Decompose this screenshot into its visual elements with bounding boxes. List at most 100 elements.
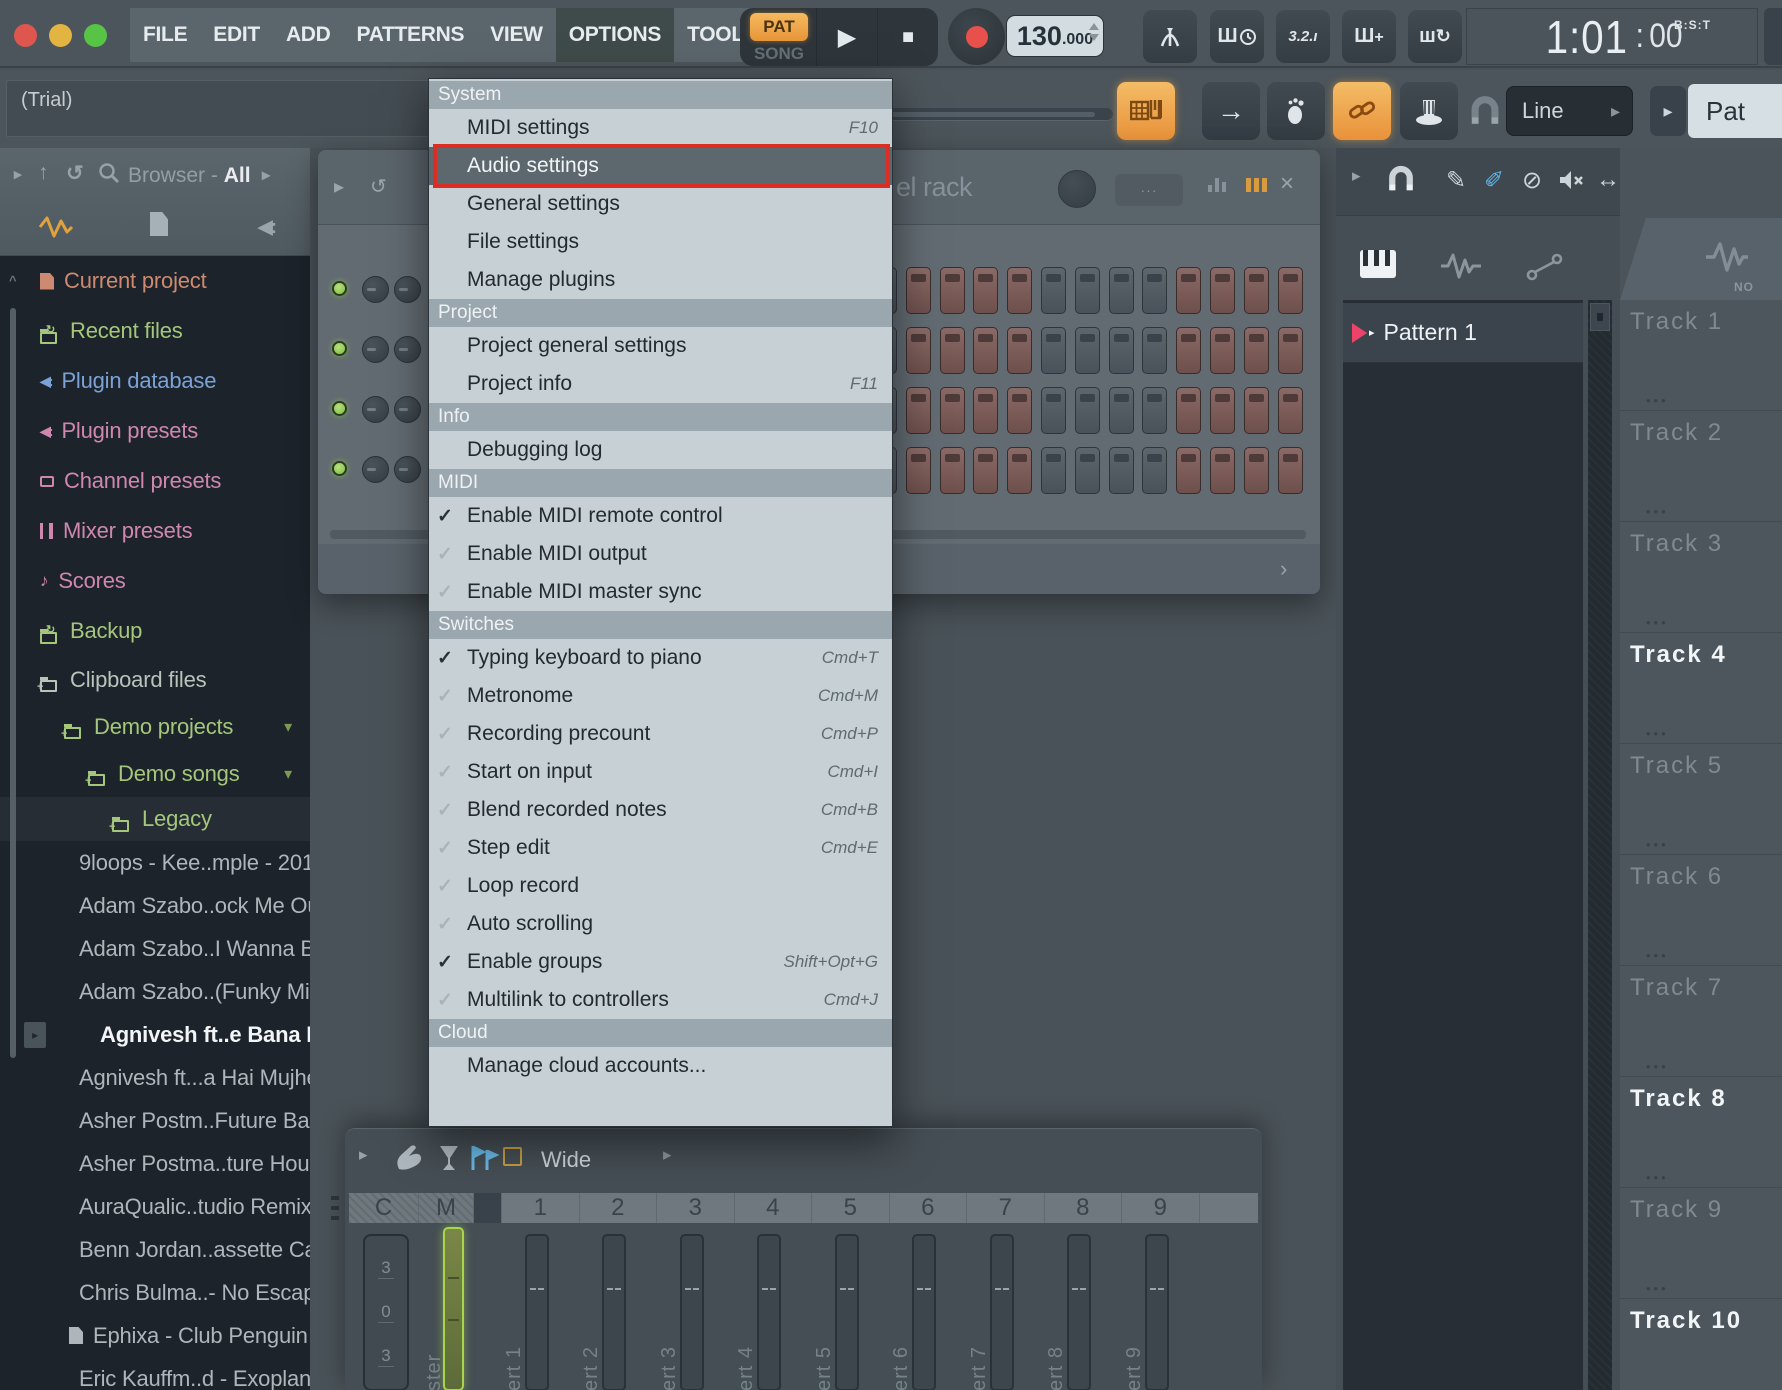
rack-preset-box[interactable]: ··· bbox=[1115, 174, 1183, 206]
menu-item[interactable]: File settings bbox=[429, 223, 892, 261]
playlist-scrollbar[interactable] bbox=[1588, 300, 1612, 1390]
menu-item[interactable]: Project general settings bbox=[429, 327, 892, 365]
pattern-nav-button[interactable]: ▸ bbox=[1650, 86, 1686, 136]
browser-item-backup[interactable]: ↻Backup bbox=[0, 606, 310, 656]
step-button[interactable] bbox=[1210, 447, 1235, 494]
step-button[interactable] bbox=[973, 387, 998, 434]
step-button[interactable] bbox=[1278, 387, 1303, 434]
step-button[interactable] bbox=[1075, 267, 1100, 314]
menubar-item-file[interactable]: FILE bbox=[130, 8, 200, 62]
step-button[interactable] bbox=[1109, 387, 1134, 434]
playlist-scroll-thumb[interactable] bbox=[1590, 303, 1610, 331]
paint-tool-icon[interactable]: ✐ bbox=[1484, 166, 1504, 195]
close-traffic-light[interactable] bbox=[14, 24, 37, 47]
browser-scrollbar[interactable]: ^ bbox=[6, 265, 20, 1390]
step-button[interactable] bbox=[1075, 447, 1100, 494]
step-button[interactable] bbox=[1007, 327, 1032, 374]
insert-fader-1[interactable] bbox=[525, 1234, 549, 1390]
mixer-header-insert-7[interactable]: 7 bbox=[967, 1193, 1045, 1223]
browser-scope-next-icon[interactable]: ▸ bbox=[262, 165, 270, 185]
browser-file-adam-szabo-[interactable]: Adam Szabo..ock Me Out bbox=[0, 884, 310, 927]
step-button[interactable] bbox=[940, 387, 965, 434]
menu-item[interactable]: ✓Enable groupsShift+Opt+G bbox=[429, 943, 892, 981]
pattern-name-field[interactable]: Pat bbox=[1688, 84, 1782, 138]
mixer-header-insert-3[interactable]: 3 bbox=[657, 1193, 735, 1223]
menubar-item-add[interactable]: ADD bbox=[273, 8, 344, 62]
menu-item[interactable]: Manage plugins bbox=[429, 261, 892, 299]
step-button[interactable] bbox=[1142, 267, 1167, 314]
loop-record-button[interactable]: ш↻ bbox=[1408, 10, 1462, 63]
step-button[interactable] bbox=[1041, 327, 1066, 374]
step-button[interactable] bbox=[1210, 327, 1235, 374]
browser-item-legacy[interactable]: +Legacy bbox=[0, 797, 310, 841]
step-sequencer-toggle-button[interactable] bbox=[1117, 82, 1175, 140]
master-fader[interactable] bbox=[443, 1227, 464, 1390]
channel-led[interactable] bbox=[332, 341, 347, 356]
menu-item[interactable]: Manage cloud accounts... bbox=[429, 1047, 892, 1085]
menubar-item-edit[interactable]: EDIT bbox=[200, 8, 273, 62]
step-button[interactable] bbox=[1278, 447, 1303, 494]
tab-audio-icon[interactable] bbox=[38, 214, 74, 240]
step-button[interactable] bbox=[1176, 447, 1201, 494]
step-button[interactable] bbox=[1075, 387, 1100, 434]
menu-item[interactable]: ✓Multilink to controllersCmd+J bbox=[429, 981, 892, 1019]
wait-for-input-button[interactable]: Ш bbox=[1210, 10, 1264, 63]
mixer-header-insert-4[interactable]: 4 bbox=[735, 1193, 813, 1223]
step-button[interactable] bbox=[1278, 267, 1303, 314]
browser-file-chris-bulma-[interactable]: Chris Bulma..- No Escape bbox=[0, 1271, 310, 1314]
track-grip-dots[interactable]: ••• bbox=[1646, 393, 1669, 408]
browser-refresh-icon[interactable]: ↺ bbox=[66, 161, 84, 186]
tab-plugins-icon[interactable]: ◀: bbox=[258, 216, 275, 239]
playlist-magnet-icon[interactable] bbox=[1386, 164, 1416, 194]
step-button[interactable] bbox=[1244, 267, 1269, 314]
step-button[interactable] bbox=[906, 327, 931, 374]
menu-item[interactable]: ✓Blend recorded notesCmd+B bbox=[429, 791, 892, 829]
track-row-1[interactable]: Track 1••• bbox=[1620, 300, 1782, 411]
browser-file-eric-kauffm-[interactable]: Eric Kauffm..d - Exoplanet bbox=[0, 1357, 310, 1390]
menu-item[interactable]: ✓Enable MIDI output bbox=[429, 535, 892, 573]
master-pitch-slider[interactable] bbox=[860, 108, 1113, 121]
step-button[interactable] bbox=[973, 267, 998, 314]
browser-file-adam-szabo-[interactable]: Adam Szabo..(Funky Mix) bbox=[0, 970, 310, 1013]
channel-pan-knob[interactable] bbox=[362, 276, 389, 303]
audio-clips-icon[interactable] bbox=[1439, 250, 1483, 282]
slip-tool-icon[interactable]: ↔ bbox=[1596, 166, 1620, 194]
browser-item-scores[interactable]: ♪Scores bbox=[0, 556, 310, 606]
channel-volume-knob[interactable] bbox=[394, 456, 421, 483]
track-grip-dots[interactable]: ••• bbox=[1646, 948, 1669, 963]
insert-fader-3[interactable] bbox=[680, 1234, 704, 1390]
search-icon[interactable] bbox=[98, 162, 120, 184]
channel-led[interactable] bbox=[332, 461, 347, 476]
channel-volume-knob[interactable] bbox=[394, 336, 421, 363]
browser-item-demo-projects[interactable]: +Demo projects▾ bbox=[0, 703, 310, 750]
rack-keyboard-editor-icon[interactable] bbox=[1246, 178, 1267, 192]
track-row-2[interactable]: Track 2••• bbox=[1620, 411, 1782, 522]
insert-fader-8[interactable] bbox=[1067, 1234, 1091, 1390]
browser-file-benn-jordan-[interactable]: Benn Jordan..assette Cafe bbox=[0, 1228, 310, 1271]
menu-item[interactable]: ✓Start on inputCmd+I bbox=[429, 753, 892, 791]
step-button[interactable] bbox=[1075, 327, 1100, 374]
step-button[interactable] bbox=[1142, 327, 1167, 374]
tempo-stepper[interactable] bbox=[1089, 23, 1099, 41]
insert-fader-5[interactable] bbox=[835, 1234, 859, 1390]
step-edit-mode-button[interactable] bbox=[1267, 82, 1325, 140]
track-grip-dots[interactable]: ••• bbox=[1646, 1170, 1669, 1185]
draw-tool-icon[interactable]: ✎ bbox=[1446, 166, 1466, 195]
mute-tool-icon[interactable] bbox=[1558, 168, 1584, 192]
rack-footer-arrow-icon[interactable]: › bbox=[1280, 556, 1287, 582]
step-button[interactable] bbox=[906, 387, 931, 434]
step-button[interactable] bbox=[1007, 447, 1032, 494]
track-row-9[interactable]: Track 9••• bbox=[1620, 1188, 1782, 1299]
play-button[interactable]: ▶ bbox=[816, 8, 877, 66]
mixer-header-insert-9[interactable]: 9 bbox=[1122, 1193, 1200, 1223]
delete-tool-icon[interactable]: ⊘ bbox=[1522, 166, 1542, 195]
track-row-5[interactable]: Track 5••• bbox=[1620, 744, 1782, 855]
channel-volume-knob[interactable] bbox=[394, 276, 421, 303]
browser-file-agnivesh-ft-[interactable]: Agnivesh ft...a Hai Mujhe bbox=[0, 1056, 310, 1099]
stop-button[interactable]: ■ bbox=[877, 8, 938, 66]
mixer-header-insert-5[interactable]: 5 bbox=[812, 1193, 890, 1223]
step-button[interactable] bbox=[1278, 327, 1303, 374]
mixer-header-current[interactable]: C bbox=[349, 1193, 419, 1223]
insert-fader-7[interactable] bbox=[990, 1234, 1014, 1390]
step-button[interactable] bbox=[906, 447, 931, 494]
